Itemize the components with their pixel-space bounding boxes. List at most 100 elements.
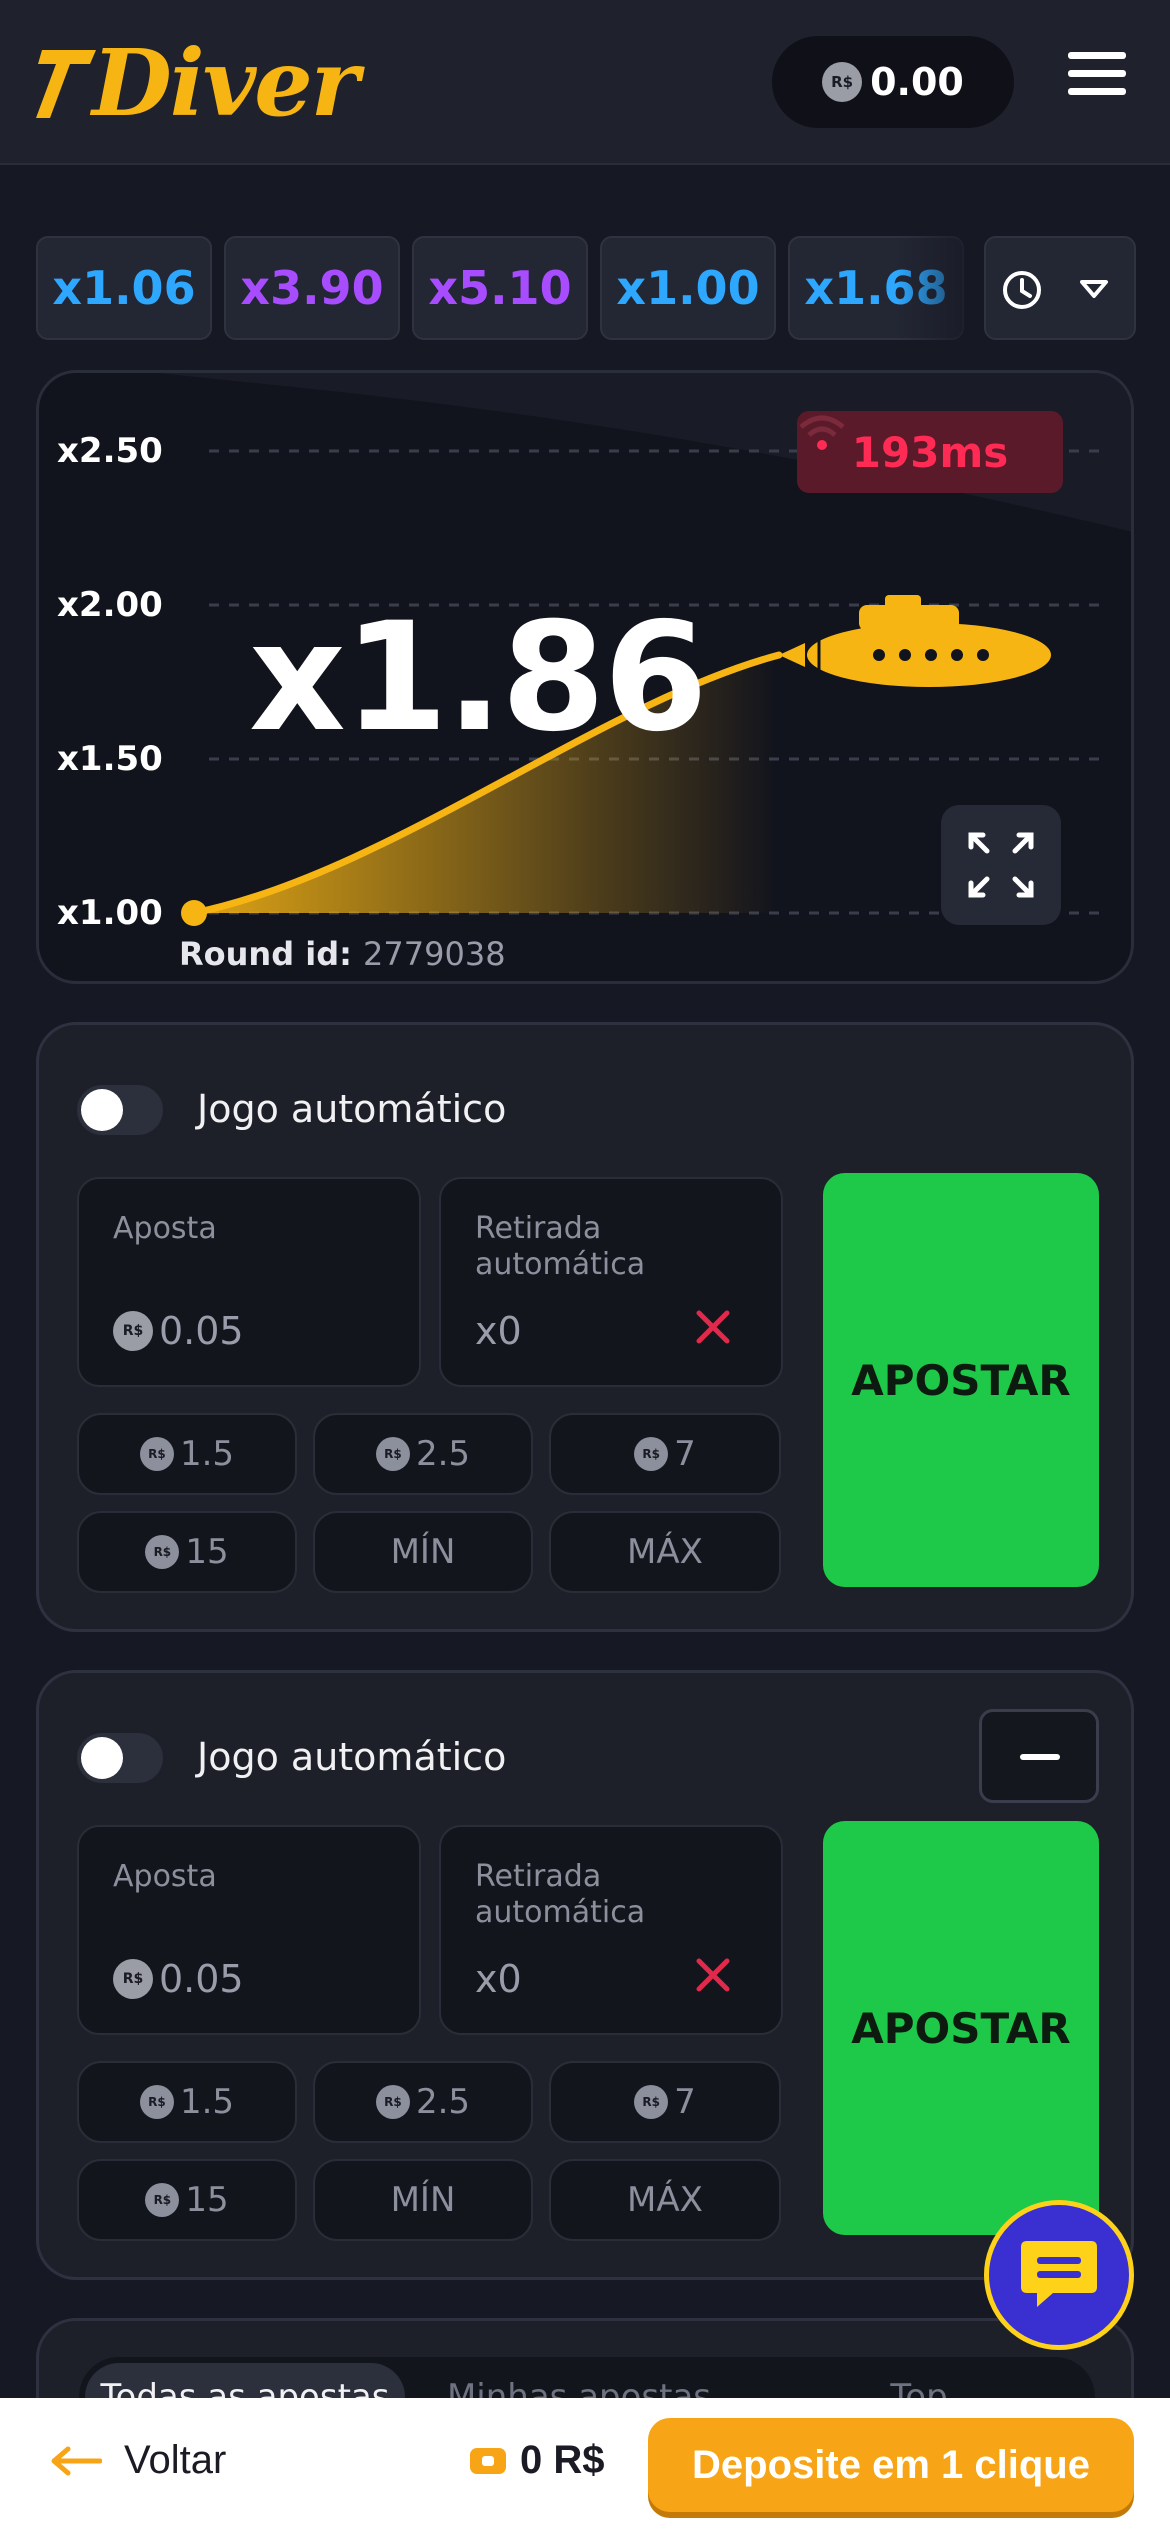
currency-coin-icon: R$ (113, 1959, 153, 1999)
clock-icon (1003, 271, 1041, 309)
chip-label: 15 (185, 2180, 229, 2220)
fullscreen-button[interactable] (941, 805, 1061, 925)
hamburger-menu-icon[interactable] (1068, 52, 1126, 102)
currency-coin-icon: R$ (634, 2085, 669, 2119)
bet-amount-label: Aposta (113, 1211, 217, 1246)
quick-bet-chip[interactable]: R$ 2.5 (313, 1413, 533, 1495)
auto-play-label: Jogo automático (197, 1087, 507, 1131)
quick-bet-chip[interactable]: R$ 15 (77, 2159, 297, 2241)
currency-coin-icon: R$ (375, 1437, 410, 1471)
balance-value: 0.00 (870, 60, 964, 104)
history-item[interactable]: x1.00 (600, 236, 776, 340)
auto-play-label: Jogo automático (197, 1735, 507, 1779)
currency-coin-icon: R$ (113, 1311, 153, 1351)
back-button[interactable]: Voltar (50, 2438, 226, 2483)
history-toggle-button[interactable] (984, 236, 1136, 340)
bet-amount-field[interactable]: Aposta R$ 0.05 (77, 1825, 421, 2035)
submarine-icon (779, 595, 1051, 687)
bet-amount-value[interactable]: 0.05 (159, 1309, 244, 1353)
close-icon[interactable] (691, 1305, 735, 1349)
max-bet-button[interactable]: MÁX (549, 2159, 781, 2241)
round-id-label: Round id: (179, 935, 352, 973)
auto-cashout-value-group: x0 (475, 1957, 522, 2001)
bet-amount-label: Aposta (113, 1859, 217, 1894)
bet-amount-value-group: R$ 0.05 (113, 1309, 244, 1353)
history-fade (896, 236, 996, 340)
history-item[interactable]: x1.06 (36, 236, 212, 340)
ping-indicator: 193ms (797, 411, 1063, 493)
deposit-button[interactable]: Deposite em 1 clique (648, 2418, 1134, 2512)
place-bet-button[interactable]: APOSTAR (823, 1173, 1099, 1587)
game-canvas: x2.50 x2.00 x1.50 x1.00 193ms x1.86 Roun… (36, 370, 1134, 984)
history-item[interactable]: x5.10 (412, 236, 588, 340)
round-id: Round id: 2779038 (179, 935, 506, 973)
chip-label: 15 (185, 1532, 229, 1572)
back-label: Voltar (124, 2438, 227, 2482)
bet-amount-field[interactable]: Aposta R$ 0.05 (77, 1177, 421, 1387)
minus-icon (1020, 1754, 1060, 1760)
min-bet-button[interactable]: MÍN (313, 1511, 533, 1593)
y-axis-label: x1.50 (57, 739, 163, 779)
ping-value: 193ms (851, 427, 1009, 477)
quick-bet-chip[interactable]: R$ 15 (77, 1511, 297, 1593)
arrow-left-icon (51, 2446, 102, 2475)
balance-display[interactable]: R$ 0.00 (772, 36, 1014, 128)
wallet-balance: 0 R$ (468, 2438, 605, 2483)
currency-coin-icon: R$ (375, 2085, 410, 2119)
wallet-value: 0 R$ (520, 2438, 605, 2482)
auto-cashout-field[interactable]: Retirada automática x0 (439, 1825, 783, 2035)
wallet-icon (470, 2447, 506, 2474)
y-axis-label: x2.00 (57, 585, 163, 625)
auto-cashout-label: Retirada automática (475, 1211, 646, 1282)
quick-bet-chip[interactable]: R$ 1.5 (77, 1413, 297, 1495)
chip-label: 7 (674, 2082, 696, 2122)
logo-text: Diver (92, 29, 359, 137)
quick-bet-chip[interactable]: R$ 2.5 (313, 2061, 533, 2143)
auto-cashout-value-group: x0 (475, 1309, 522, 1353)
chip-label: 1.5 (179, 1434, 235, 1474)
place-bet-button[interactable]: APOSTAR (823, 1821, 1099, 2235)
expand-icon (968, 832, 1034, 898)
auto-cashout-field[interactable]: Retirada automática x0 (439, 1177, 783, 1387)
top-header: Diver R$ 0.00 (0, 0, 1170, 165)
chip-label: 1.5 (179, 2082, 235, 2122)
currency-coin-icon: R$ (822, 62, 863, 102)
chip-label: 2.5 (415, 2082, 471, 2122)
round-id-value: 2779038 (363, 935, 506, 973)
quick-bet-chip[interactable]: R$ 7 (549, 2061, 781, 2143)
bet-amount-value[interactable]: 0.05 (159, 1957, 244, 2001)
y-axis-label: x2.50 (57, 431, 163, 471)
currency-coin-icon: R$ (634, 1437, 669, 1471)
bet-panel-1: Jogo automático Aposta R$ 0.05 Retirada … (36, 1022, 1134, 1632)
bet-amount-value-group: R$ 0.05 (113, 1957, 244, 2001)
chat-button[interactable] (984, 2200, 1134, 2350)
logo-z-mark (36, 50, 96, 118)
quick-bet-chip[interactable]: R$ 7 (549, 1413, 781, 1495)
chevron-down-icon (1080, 280, 1108, 298)
min-bet-button[interactable]: MÍN (313, 2159, 533, 2241)
y-axis-label: x1.00 (57, 893, 163, 933)
bottom-action-bar: Voltar 0 R$ Deposite em 1 clique (0, 2398, 1170, 2532)
chip-label: 2.5 (415, 1434, 471, 1474)
bet-panel-2: Jogo automático Aposta R$ 0.05 Retirada … (36, 1670, 1134, 2280)
max-bet-button[interactable]: MÁX (549, 1511, 781, 1593)
currency-coin-icon: R$ (139, 1437, 174, 1471)
auto-play-toggle[interactable] (77, 1085, 163, 1135)
currency-coin-icon: R$ (145, 1535, 180, 1569)
close-icon[interactable] (691, 1953, 735, 1997)
multiplier-history: x1.06 x3.90 x5.10 x1.00 x1.68 (36, 236, 1136, 340)
current-multiplier: x1.86 (249, 591, 708, 765)
auto-cashout-value[interactable]: x0 (475, 1309, 522, 1353)
chat-icon (1021, 2241, 1097, 2307)
quick-bet-chip[interactable]: R$ 1.5 (77, 2061, 297, 2143)
wifi-icon (799, 415, 845, 450)
flight-start-dot (181, 900, 207, 926)
remove-bet-panel-button[interactable] (979, 1709, 1099, 1803)
currency-coin-icon: R$ (145, 2183, 180, 2217)
auto-play-toggle[interactable] (77, 1733, 163, 1783)
auto-cashout-label: Retirada automática (475, 1859, 646, 1930)
history-item[interactable]: x3.90 (224, 236, 400, 340)
auto-cashout-value[interactable]: x0 (475, 1957, 522, 2001)
currency-coin-icon: R$ (139, 2085, 174, 2119)
chip-label: 7 (674, 1434, 696, 1474)
